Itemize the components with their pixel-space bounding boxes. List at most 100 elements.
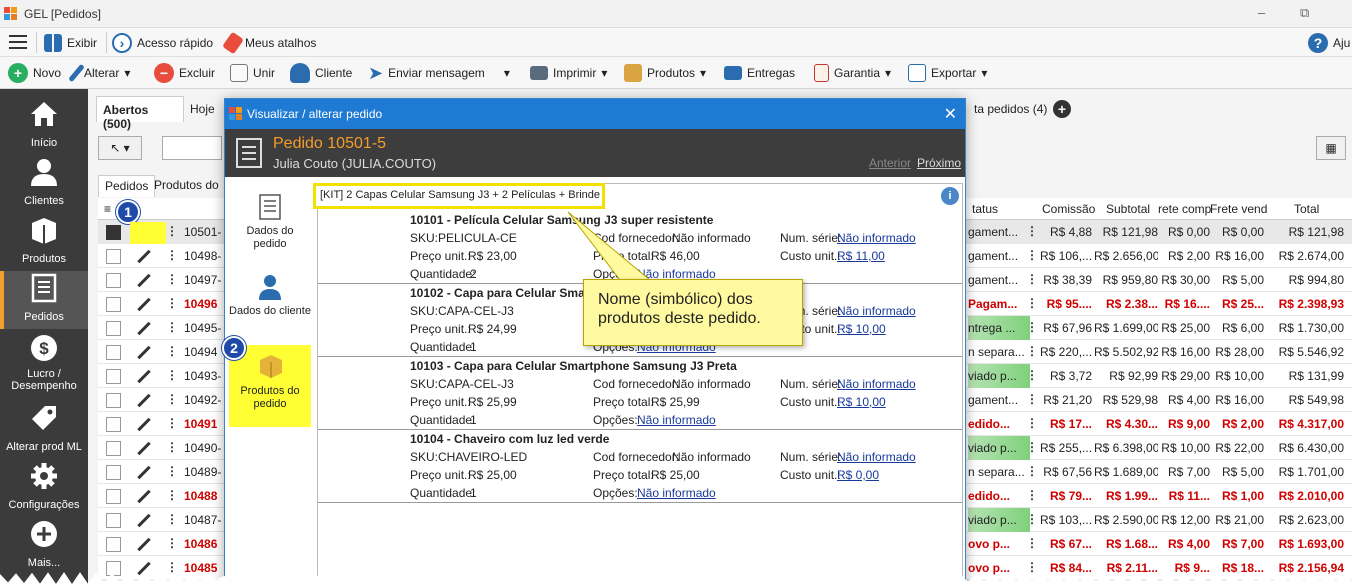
unit-cost-link[interactable]: R$ 11,00 [837,249,885,263]
header-commission[interactable]: Comissão [1042,198,1095,220]
new-button[interactable]: + Novo [8,63,61,83]
row-checkbox[interactable] [106,273,121,288]
sidebar-item-orders[interactable]: Pedidos [0,271,88,329]
serial-link[interactable]: Não informado [837,377,916,391]
info-icon[interactable]: i [941,187,959,205]
products-button[interactable]: Produtos ▾ [624,63,706,83]
sidebar-item-clients[interactable]: Clientes [0,155,88,213]
subtab-orders[interactable]: Pedidos [98,175,156,197]
status-menu-icon[interactable]: ⋮ [1026,484,1038,506]
deliveries-button[interactable]: Entregas [724,63,795,83]
row-checkbox[interactable] [106,321,121,336]
hamburger-menu-icon[interactable] [9,35,27,53]
row-checkbox[interactable] [106,249,121,264]
edit-pencil-icon[interactable] [137,441,151,456]
status-menu-icon[interactable]: ⋮ [1026,388,1038,410]
edit-pencil-icon[interactable] [137,345,151,360]
row-checkbox[interactable] [106,225,121,240]
row-menu-icon[interactable]: ⋮ [166,484,178,506]
status-menu-icon[interactable]: ⋮ [1026,532,1038,554]
next-link[interactable]: Próximo [917,156,961,170]
row-checkbox[interactable] [106,345,121,360]
row-checkbox[interactable] [106,489,121,504]
row-menu-icon[interactable]: ⋮ [166,460,178,482]
shortcuts-menu[interactable]: Meus atalhos [222,31,316,55]
warranty-button[interactable]: Garantia ▾ [814,63,891,83]
row-menu-icon[interactable]: ⋮ [166,316,178,338]
header-total[interactable]: Total [1294,198,1319,220]
delete-button[interactable]: − Excluir [154,63,215,83]
columns-settings-icon[interactable]: ▦ [1316,136,1346,160]
header-menu-icon[interactable]: ≡ [104,198,111,220]
sidebar-item-change-ml[interactable]: Alterar prod ML [0,401,88,459]
row-checkbox[interactable] [106,513,121,528]
nav-order-data[interactable]: Dados do pedido [229,187,311,265]
edit-pencil-icon[interactable] [137,249,151,264]
edit-pencil-icon[interactable] [137,321,151,336]
sidebar-item-settings[interactable]: Configurações [0,459,88,517]
row-menu-icon[interactable]: ⋮ [166,364,178,386]
quick-access-menu[interactable]: › Acesso rápido [112,33,213,53]
edit-button[interactable]: Alterar ▾ [68,63,130,83]
row-checkbox[interactable] [106,393,121,408]
serial-link[interactable]: Não informado [837,450,916,464]
sidebar-item-profit[interactable]: $ Lucro / Desempenho [0,331,88,397]
restore-button[interactable]: ⧉ [1300,5,1309,21]
status-menu-icon[interactable]: ⋮ [1026,244,1038,266]
row-menu-icon[interactable]: ⋮ [166,532,178,554]
nav-client-data[interactable]: Dados do cliente [229,267,311,345]
header-status[interactable]: tatus [972,198,998,220]
sidebar-item-more[interactable]: Mais... [0,517,88,575]
header-freight-buy[interactable]: rete comp [1158,198,1211,220]
client-button[interactable]: Cliente [290,63,352,83]
previous-link[interactable]: Anterior [869,156,911,170]
status-menu-icon[interactable]: ⋮ [1026,436,1038,458]
edit-pencil-icon[interactable] [137,465,151,480]
status-menu-icon[interactable]: ⋮ [1026,316,1038,338]
serial-link[interactable]: Não informado [837,304,916,318]
kit-name-field[interactable]: [KIT] 2 Capas Celular Samsung J3 + 2 Pel… [313,183,605,209]
send-message-button[interactable]: ➤ Enviar mensagem ▾ [368,63,510,83]
options-link[interactable]: Não informado [637,413,716,427]
tab-open-orders[interactable]: Abertos (500) [96,96,184,131]
row-menu-icon[interactable]: ⋮ [166,340,178,362]
tab-today[interactable]: Hoje [184,96,221,122]
export-button[interactable]: Exportar ▾ [908,63,987,83]
status-menu-icon[interactable]: ⋮ [1026,364,1038,386]
row-checkbox[interactable] [106,465,121,480]
edit-pencil-icon[interactable] [137,369,151,384]
row-checkbox[interactable] [106,537,121,552]
status-menu-icon[interactable]: ⋮ [1026,460,1038,482]
status-menu-icon[interactable]: ⋮ [1026,268,1038,290]
edit-pencil-icon[interactable] [137,297,151,312]
serial-link[interactable]: Não informado [837,231,916,245]
row-menu-icon[interactable]: ⋮ [166,508,178,530]
edit-pencil-icon[interactable] [137,273,151,288]
header-freight-sell[interactable]: Frete vend [1210,198,1267,220]
unit-cost-link[interactable]: R$ 10,00 [837,322,886,336]
subtab-products[interactable]: Produtos do [154,178,219,192]
sidebar-item-products[interactable]: Produtos [0,213,88,271]
edit-pencil-icon[interactable] [137,393,151,408]
row-checkbox[interactable] [106,297,121,312]
tab-list-orders[interactable]: ta pedidos (4) [968,96,1053,122]
status-menu-icon[interactable]: ⋮ [1026,340,1038,362]
edit-pencil-icon[interactable] [137,489,151,504]
row-checkbox[interactable] [106,369,121,384]
sidebar-item-home[interactable]: Início [0,97,88,155]
view-menu[interactable]: Exibir [44,34,97,52]
edit-pencil-icon[interactable] [137,417,151,432]
select-tool-button[interactable]: ↖ ▾ [98,136,142,160]
close-icon[interactable]: ✕ [944,104,957,124]
edit-pencil-icon[interactable] [137,537,151,552]
print-button[interactable]: Imprimir ▾ [530,63,607,83]
status-menu-icon[interactable]: ⋮ [1026,508,1038,530]
merge-button[interactable]: Unir [230,63,275,83]
help-menu[interactable]: ? Aju [1308,33,1350,53]
options-link[interactable]: Não informado [637,486,716,500]
row-checkbox[interactable] [106,441,121,456]
row-menu-icon[interactable]: ⋮ [166,412,178,434]
row-menu-icon[interactable]: ⋮ [166,292,178,314]
add-tab-icon[interactable]: + [1053,100,1071,118]
unit-cost-link[interactable]: R$ 0,00 [837,468,879,482]
